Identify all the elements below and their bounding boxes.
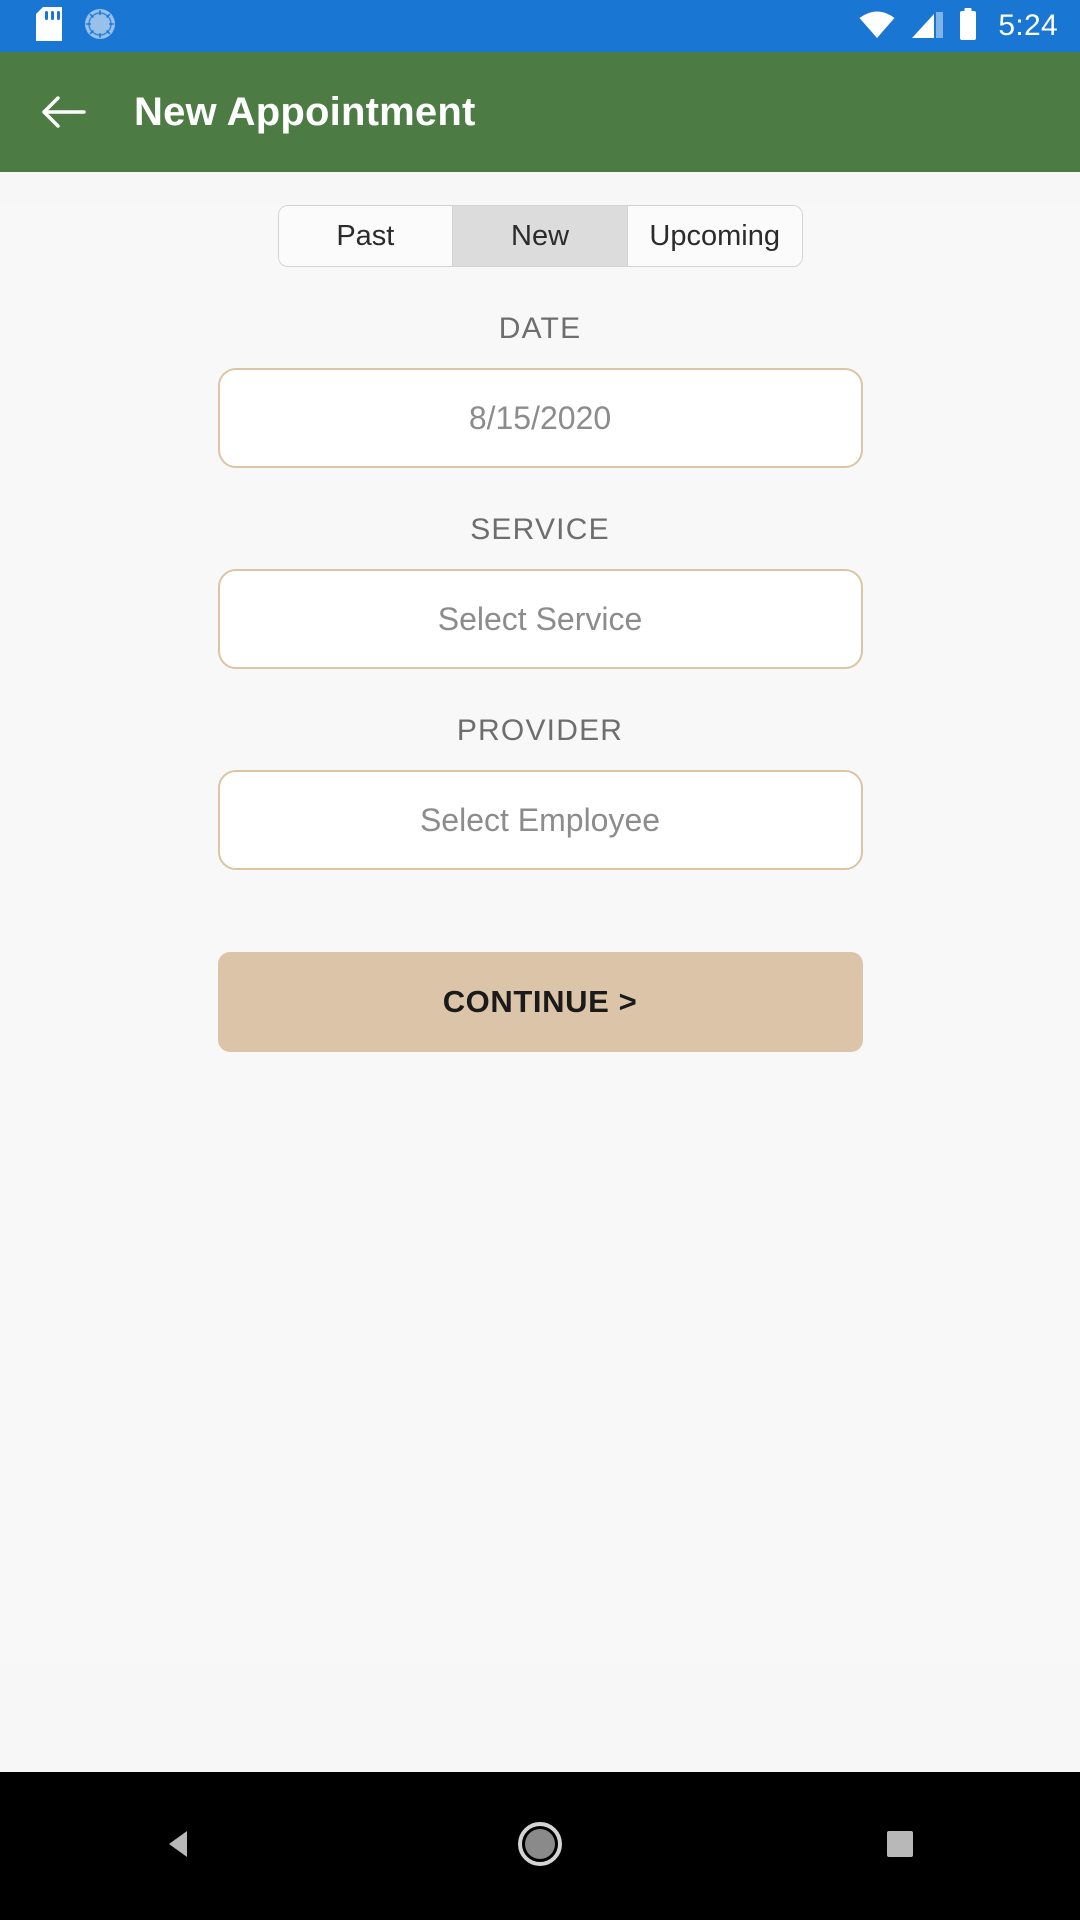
- tab-upcoming[interactable]: Upcoming: [627, 206, 802, 266]
- service-field-group: SERVICE Select Service: [0, 513, 1080, 669]
- battery-icon: [958, 7, 978, 45]
- provider-label: PROVIDER: [456, 714, 624, 747]
- triangle-back-icon: [163, 1827, 197, 1866]
- date-field[interactable]: 8/15/2020: [217, 368, 863, 468]
- service-value: Select Service: [437, 600, 643, 637]
- provider-field[interactable]: Select Employee: [217, 770, 863, 870]
- status-bar: 5:24: [0, 0, 1080, 52]
- tab-new[interactable]: New: [453, 206, 628, 266]
- date-label: DATE: [498, 312, 582, 345]
- provider-field-group: PROVIDER Select Employee: [0, 714, 1080, 870]
- page-title: New Appointment: [134, 90, 476, 134]
- nav-home-button[interactable]: [470, 1772, 610, 1920]
- sd-card-icon: [36, 6, 62, 46]
- status-bar-right-icons: 5:24: [858, 7, 1058, 45]
- service-label: SERVICE: [470, 513, 610, 546]
- appointment-type-tabs: Past New Upcoming: [277, 205, 803, 267]
- tab-past[interactable]: Past: [278, 206, 454, 266]
- system-navigation-bar: [0, 1772, 1080, 1920]
- service-field[interactable]: Select Service: [217, 569, 863, 669]
- date-value: 8/15/2020: [468, 399, 612, 436]
- arrow-back-icon[interactable]: [36, 84, 92, 140]
- cellular-signal-icon: [910, 9, 944, 44]
- square-recents-icon: [884, 1828, 916, 1865]
- continue-button-label: CONTINUE >: [442, 984, 638, 1019]
- main-content: Past New Upcoming DATE 8/15/2020 SERVICE…: [0, 205, 1080, 1665]
- status-bar-clock: 5:24: [998, 9, 1058, 42]
- continue-button[interactable]: CONTINUE >: [217, 952, 863, 1052]
- nav-back-button[interactable]: [110, 1772, 250, 1920]
- sync-circle-icon: [84, 8, 116, 45]
- provider-value: Select Employee: [419, 801, 661, 838]
- app-bar: New Appointment: [0, 52, 1080, 172]
- status-bar-left-icons: [36, 6, 116, 46]
- wifi-icon: [858, 9, 896, 44]
- nav-recents-button[interactable]: [830, 1772, 970, 1920]
- date-field-group: DATE 8/15/2020: [0, 312, 1080, 468]
- circle-home-icon: [517, 1821, 563, 1872]
